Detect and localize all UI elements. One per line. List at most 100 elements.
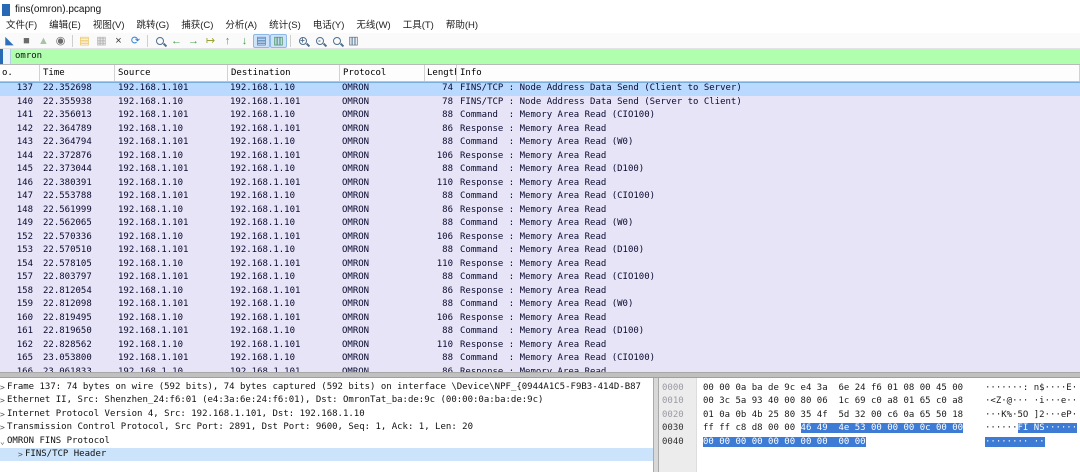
hex-ascii[interactable]: ···K%·5O ]2···eP· (985, 409, 1077, 422)
column-header-source[interactable]: Source (115, 65, 228, 81)
menu-item-8[interactable]: 无线(W) (350, 19, 396, 33)
start-capture-icon[interactable]: ◣ (1, 34, 18, 48)
detail-line-2[interactable]: > Internet Protocol Version 4, Src: 192.1… (0, 408, 653, 421)
packet-row-159[interactable]: 159 22.812098 192.168.1.101 192.168.1.10 OMR… (0, 298, 1080, 312)
packet-row-160[interactable]: 160 22.819495 192.168.1.10 192.168.1.101 OMR… (0, 311, 1080, 325)
column-header-length[interactable]: Length (425, 65, 457, 81)
menu-item-10[interactable]: 帮助(H) (440, 19, 484, 33)
go-last-icon[interactable]: ↓ (236, 34, 253, 48)
go-to-packet-icon[interactable]: ↦ (202, 34, 219, 48)
menu-item-1[interactable]: 编辑(E) (43, 19, 87, 33)
close-file-icon[interactable]: × (110, 34, 127, 48)
packet-row-141[interactable]: 141 22.356013 192.168.1.101 192.168.1.10 OMR… (0, 109, 1080, 123)
hex-bytes[interactable]: 00 00 0a ba de 9c e4 3a 6e 24 f6 01 08 0… (703, 382, 963, 395)
detail-line-1[interactable]: > Ethernet II, Src: Shenzhen_24:f6:01 (e4… (0, 394, 653, 407)
hex-ascii-selected[interactable]: ········ ·· (985, 436, 1045, 447)
cell-source: 192.168.1.101 (118, 110, 189, 120)
packet-row-145[interactable]: 145 22.373044 192.168.1.101 192.168.1.10 OMR… (0, 163, 1080, 177)
hex-bytes[interactable]: ff ff c8 d8 00 00 46 49 4e 53 00 00 00 0… (703, 422, 964, 435)
filter-bookmark-icon[interactable] (0, 49, 11, 64)
cell-no: 142 (16, 123, 33, 134)
cell-destination: 192.168.1.101 (230, 258, 301, 269)
packet-row-149[interactable]: 149 22.562065 192.168.1.101 192.168.1.10 OMR… (0, 217, 1080, 231)
menu-item-4[interactable]: 捕获(C) (175, 19, 219, 33)
expander-icon[interactable]: > (0, 381, 7, 394)
packet-row-158[interactable]: 158 22.812054 192.168.1.10 192.168.1.101 OMR… (0, 284, 1080, 298)
hex-ascii-selected[interactable]: FI NS······ (1017, 423, 1078, 434)
menu-item-7[interactable]: 电话(Y) (307, 19, 351, 33)
capture-options-icon[interactable]: ◉ (52, 34, 69, 48)
hex-row-0010[interactable]: 0010 00 3c 5a 93 40 00 80 06 1c 69 c0 a8 … (659, 395, 1080, 408)
zoom-out-icon[interactable]: - (311, 34, 328, 48)
packet-row-153[interactable]: 153 22.570510 192.168.1.101 192.168.1.10 OMR… (0, 244, 1080, 258)
cell-protocol: OMRON (342, 285, 370, 296)
find-packet-icon[interactable] (151, 34, 168, 48)
packet-row-154[interactable]: 154 22.578105 192.168.1.10 192.168.1.101 OMR… (0, 257, 1080, 271)
hex-row-0030[interactable]: 0030 ff ff c8 d8 00 00 46 49 4e 53 00 00 … (659, 422, 1080, 435)
hex-ascii[interactable]: ······FI NS······ (985, 422, 1078, 435)
go-back-icon[interactable]: ← (168, 34, 185, 48)
resize-columns-icon[interactable]: ▥ (345, 34, 362, 48)
packet-row-140[interactable]: 140 22.355938 192.168.1.10 192.168.1.101 OMR… (0, 95, 1080, 109)
menu-item-6[interactable]: 统计(S) (263, 19, 307, 33)
column-header-destination[interactable]: Destination (228, 65, 340, 81)
packet-row-161[interactable]: 161 22.819650 192.168.1.101 192.168.1.10 OMR… (0, 325, 1080, 339)
restart-capture-icon[interactable]: ▲ (35, 34, 52, 48)
hex-bytes-selected[interactable]: 00 00 00 00 00 00 00 00 00 00 (703, 436, 866, 447)
zoom-reset-icon[interactable] (328, 34, 345, 48)
menu-item-3[interactable]: 跳转(G) (130, 19, 175, 33)
hex-row-0000[interactable]: 0000 00 00 0a ba de 9c e4 3a 6e 24 f6 01 … (659, 382, 1080, 395)
packet-row-137[interactable]: 137 22.352698 192.168.1.101 192.168.1.10 OMR… (0, 82, 1080, 96)
packet-row-142[interactable]: 142 22.364789 192.168.1.10 192.168.1.101 OMR… (0, 122, 1080, 136)
cell-no: 140 (16, 96, 33, 107)
display-filter-input[interactable]: omron (11, 49, 1080, 64)
hex-bytes[interactable]: 00 3c 5a 93 40 00 80 06 1c 69 c0 a8 01 6… (703, 395, 963, 408)
go-forward-icon[interactable]: → (185, 34, 202, 48)
title-bar: fins(omron).pcapng (0, 0, 1080, 19)
save-file-icon[interactable]: ▦ (93, 34, 110, 48)
packet-row-165[interactable]: 165 23.053800 192.168.1.101 192.168.1.10 OMR… (0, 352, 1080, 366)
menu-item-5[interactable]: 分析(A) (219, 19, 263, 33)
expander-icon[interactable]: > (0, 408, 7, 421)
auto-scroll-icon[interactable]: ▤ (253, 33, 270, 48)
packet-row-148[interactable]: 148 22.561999 192.168.1.10 192.168.1.101 OMR… (0, 203, 1080, 217)
packet-row-152[interactable]: 152 22.570336 192.168.1.10 192.168.1.101 OMR… (0, 230, 1080, 244)
go-first-icon[interactable]: ↑ (219, 34, 236, 48)
menu-item-2[interactable]: 视图(V) (87, 19, 131, 33)
detail-line-4[interactable]: ⌄ OMRON FINS Protocol (0, 435, 653, 448)
open-file-icon[interactable]: ▤ (76, 34, 93, 48)
zoom-in-icon[interactable]: + (294, 34, 311, 48)
expander-icon[interactable]: > (0, 421, 7, 434)
cell-protocol: OMRON (342, 191, 370, 201)
detail-line-3[interactable]: > Transmission Control Protocol, Src Port… (0, 421, 653, 434)
packet-row-157[interactable]: 157 22.803797 192.168.1.101 192.168.1.10 OMR… (0, 271, 1080, 285)
detail-line-0[interactable]: > Frame 137: 74 bytes on wire (592 bits),… (0, 381, 653, 394)
menu-item-9[interactable]: 工具(T) (397, 19, 440, 33)
menu-item-0[interactable]: 文件(F) (0, 19, 43, 33)
hex-row-0040[interactable]: 0040 00 00 00 00 00 00 00 00 00 00 ·······… (659, 436, 1080, 449)
packet-row-144[interactable]: 144 22.372876 192.168.1.10 192.168.1.101 OMR… (0, 149, 1080, 163)
packet-row-147[interactable]: 147 22.553788 192.168.1.101 192.168.1.10 OMR… (0, 190, 1080, 204)
packet-row-146[interactable]: 146 22.380391 192.168.1.10 192.168.1.101 OMR… (0, 176, 1080, 190)
expander-icon[interactable]: ⌄ (0, 435, 7, 448)
hex-bytes[interactable]: 00 00 00 00 00 00 00 00 00 00 (703, 436, 866, 449)
colorize-icon[interactable]: ▥ (270, 33, 287, 48)
column-header-time[interactable]: Time (40, 65, 115, 81)
hex-ascii[interactable]: ········ ·· (985, 436, 1045, 449)
expander-icon[interactable]: > (18, 448, 25, 461)
column-header-info[interactable]: Info (457, 65, 1080, 81)
hex-bytes-selected[interactable]: 46 49 4e 53 00 00 00 0c 00 00 (800, 423, 964, 434)
expander-icon[interactable]: > (0, 394, 7, 407)
column-header-protocol[interactable]: Protocol (340, 65, 425, 81)
packet-row-162[interactable]: 162 22.828562 192.168.1.10 192.168.1.101 OMR… (0, 338, 1080, 352)
hex-row-0020[interactable]: 0020 01 0a 0b 4b 25 80 35 4f 5d 32 00 c6 … (659, 409, 1080, 422)
detail-line-5[interactable]: > FINS/TCP Header (0, 447, 653, 462)
hex-bytes[interactable]: 01 0a 0b 4b 25 80 35 4f 5d 32 00 c6 0a 6… (703, 409, 963, 422)
hex-ascii[interactable]: ·<Z·@··· ·i···e·· (985, 395, 1077, 408)
reload-icon[interactable]: ⟳ (127, 34, 144, 48)
packet-row-143[interactable]: 143 22.364794 192.168.1.101 192.168.1.10 OMR… (0, 136, 1080, 150)
hex-ascii[interactable]: ·······: n$····E· (985, 382, 1077, 395)
column-header-o[interactable]: o. (0, 65, 40, 81)
cell-info: Command : Memory Area Read (CIO100) (460, 353, 656, 363)
stop-capture-icon[interactable]: ■ (18, 34, 35, 48)
